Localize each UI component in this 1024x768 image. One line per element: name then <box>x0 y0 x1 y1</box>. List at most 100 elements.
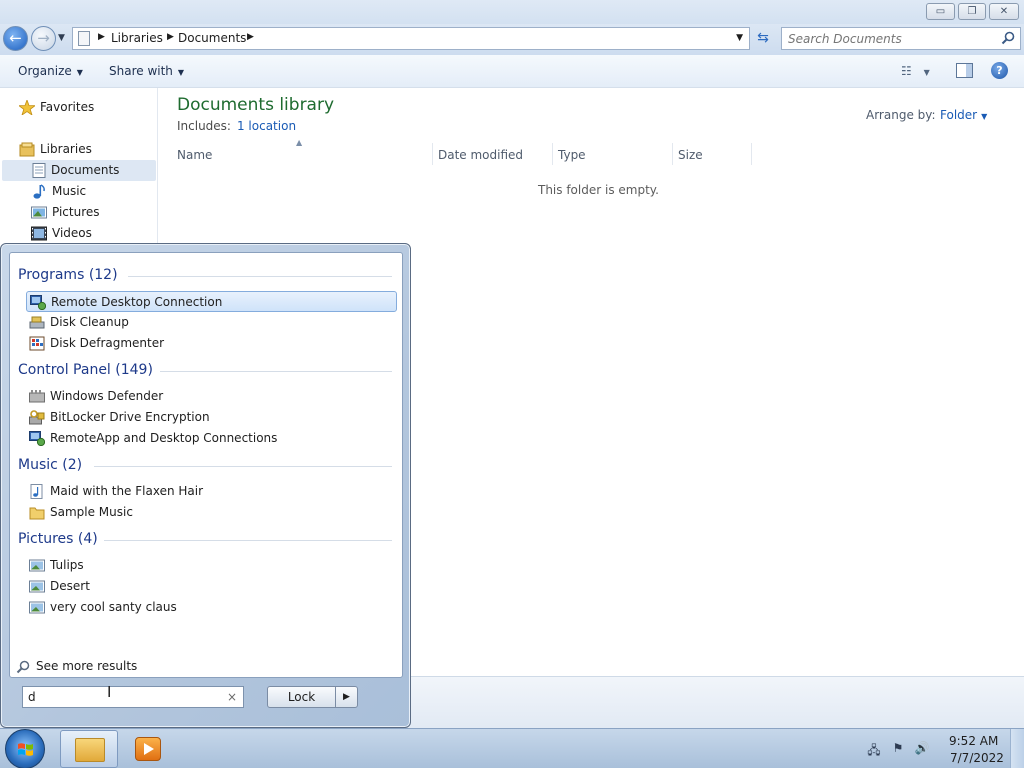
breadcrumb-documents[interactable]: Documents <box>178 31 246 45</box>
refresh-icon[interactable]: ⇆ <box>752 28 774 49</box>
taskbar-media-player[interactable] <box>135 737 161 761</box>
breadcrumb-separator[interactable]: ▶ <box>98 32 105 42</box>
column-label: Name <box>177 148 213 162</box>
result-remote-desktop-connection[interactable]: Remote Desktop Connection <box>26 291 397 312</box>
start-button[interactable] <box>5 729 45 768</box>
result-label: Disk Cleanup <box>50 315 129 329</box>
clock-time[interactable]: 9:52 AM <box>949 734 998 748</box>
result-disk-cleanup[interactable]: Disk Cleanup <box>26 312 397 333</box>
result-remoteapp-connections[interactable]: RemoteApp and Desktop Connections <box>26 428 397 449</box>
library-includes: Includes: 1 location <box>177 119 296 133</box>
breadcrumb-libraries[interactable]: Libraries <box>111 31 163 45</box>
disk-defragmenter-icon <box>29 336 45 351</box>
result-tulips[interactable]: Tulips <box>26 555 397 576</box>
nav-label: Favorites <box>40 100 95 114</box>
clock-date[interactable]: 7/7/2022 <box>950 751 1004 765</box>
recent-pages-dropdown[interactable]: ▼ <box>58 33 65 43</box>
change-view-button[interactable]: ☷ ▼ <box>901 64 941 80</box>
videos-icon <box>31 226 47 241</box>
column-date-modified[interactable]: Date modified <box>433 143 553 165</box>
taskbar-windows-explorer[interactable] <box>60 730 118 768</box>
pictures-icon <box>31 206 47 219</box>
clear-search-icon[interactable]: × <box>227 690 237 704</box>
result-very-cool-santy-claus[interactable]: very cool santy claus <box>26 597 397 618</box>
breadcrumb-separator[interactable]: ▶ <box>247 32 254 42</box>
share-with-button[interactable]: Share with ▼ <box>109 64 184 78</box>
start-search-box[interactable]: × <box>22 686 244 708</box>
volume-icon[interactable]: 🔊 <box>914 741 930 757</box>
arrange-by-dropdown[interactable]: Folder ▼ <box>940 108 987 122</box>
network-icon[interactable]: 🖧 <box>866 741 882 757</box>
nav-item-pictures[interactable]: Pictures <box>31 202 151 223</box>
search-icon[interactable] <box>1001 31 1015 45</box>
disk-cleanup-icon <box>29 316 45 329</box>
result-label: Remote Desktop Connection <box>51 295 223 309</box>
arrange-by-label: Arrange by: <box>866 108 936 122</box>
empty-folder-message: This folder is empty. <box>538 183 659 197</box>
forward-button[interactable]: → <box>31 26 56 51</box>
minimize-button[interactable]: ▭ <box>926 3 955 20</box>
shutdown-options-button[interactable]: ▶ <box>335 686 358 708</box>
nav-item-music[interactable]: Music <box>31 181 151 202</box>
result-sample-music[interactable]: Sample Music <box>26 502 397 523</box>
image-file-icon <box>29 580 45 593</box>
divider <box>104 540 392 541</box>
result-label: Disk Defragmenter <box>50 336 165 350</box>
breadcrumb-separator[interactable]: ▶ <box>167 32 174 42</box>
result-label: BitLocker Drive Encryption <box>50 410 210 424</box>
nav-item-documents[interactable]: Documents <box>2 160 156 181</box>
result-label: RemoteApp and Desktop Connections <box>50 431 278 445</box>
locations-link[interactable]: 1 location <box>237 119 296 133</box>
group-header-programs[interactable]: Programs (12) <box>18 267 118 283</box>
organize-button[interactable]: Organize ▼ <box>18 64 83 78</box>
search-input[interactable] <box>788 30 988 47</box>
result-maid-with-the-flaxen-hair[interactable]: Maid with the Flaxen Hair <box>26 481 397 502</box>
close-button[interactable]: ✕ <box>989 3 1019 20</box>
music-file-icon <box>30 484 43 499</box>
group-header-music[interactable]: Music (2) <box>18 457 82 473</box>
help-icon[interactable]: ? <box>991 62 1008 79</box>
result-desert[interactable]: Desert <box>26 576 397 597</box>
column-label: Date modified <box>438 148 524 162</box>
documents-icon <box>32 163 46 178</box>
text-cursor-icon: I <box>107 683 112 701</box>
column-header: Name ▲ Date modified Type Size <box>172 138 752 165</box>
preview-pane-icon[interactable] <box>956 63 973 78</box>
nav-label: Libraries <box>40 142 92 156</box>
column-name[interactable]: Name <box>172 143 433 165</box>
title-bar: ▭ ❐ ✕ <box>0 0 1024 24</box>
navigation-bar: ← → ▼ ▶ Libraries ▶ Documents ▶ ▼ ⇆ <box>0 24 1024 55</box>
action-center-flag-icon[interactable]: ⚑ <box>890 741 906 757</box>
search-icon <box>16 660 30 674</box>
star-icon <box>19 100 35 115</box>
libraries-icon <box>19 142 35 157</box>
divider <box>94 466 392 467</box>
nav-label: Documents <box>51 163 120 177</box>
share-label: Share with <box>109 64 173 78</box>
restore-button[interactable]: ❐ <box>958 3 986 20</box>
sort-ascending-icon: ▲ <box>296 138 303 147</box>
arrange-value: Folder <box>940 108 978 122</box>
result-disk-defragmenter[interactable]: Disk Defragmenter <box>26 333 397 354</box>
result-bitlocker-drive-encryption[interactable]: BitLocker Drive Encryption <box>26 407 397 428</box>
nav-favorites[interactable]: Favorites <box>19 97 139 118</box>
show-desktop-button[interactable] <box>1010 729 1024 768</box>
image-file-icon <box>29 601 45 614</box>
address-bar[interactable]: ▶ Libraries ▶ Documents ▶ ▼ <box>72 27 750 50</box>
nav-libraries[interactable]: Libraries <box>19 139 139 160</box>
remoteapp-icon <box>29 431 45 446</box>
address-dropdown-icon[interactable]: ▼ <box>736 33 743 43</box>
search-box[interactable] <box>781 27 1021 50</box>
column-type[interactable]: Type <box>553 143 673 165</box>
start-search-input[interactable] <box>28 689 218 705</box>
chevron-down-icon: ▼ <box>177 68 185 77</box>
group-header-pictures[interactable]: Pictures (4) <box>18 531 98 547</box>
windows-logo-icon <box>18 743 33 756</box>
nav-item-videos[interactable]: Videos <box>31 223 151 244</box>
result-label: Sample Music <box>50 505 133 519</box>
result-windows-defender[interactable]: Windows Defender <box>26 386 397 407</box>
column-size[interactable]: Size <box>673 143 752 165</box>
back-button[interactable]: ← <box>3 26 28 51</box>
lock-button[interactable]: Lock <box>267 686 336 708</box>
group-header-control-panel[interactable]: Control Panel (149) <box>18 362 153 378</box>
